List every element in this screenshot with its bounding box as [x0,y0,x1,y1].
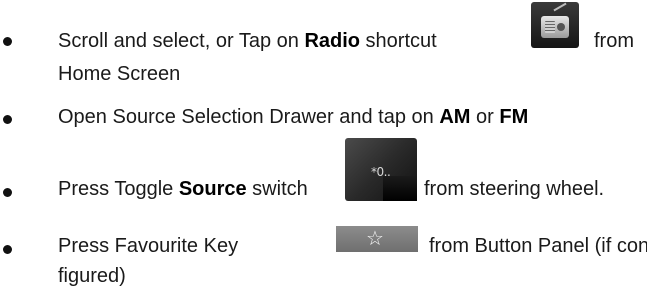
item-4-line-1: Press Favourite Key [58,235,239,257]
bullet [3,245,12,254]
radio-shortcut-icon [531,2,579,48]
item-1-line-2: Home Screen [58,63,181,85]
item-1-text: Scroll and select, or Tap on [58,30,305,52]
item-3-from: from steering wheel. [424,178,605,200]
favourite-key-icon: ☆ [336,226,418,252]
bullet [3,188,12,197]
bullet [3,37,12,46]
item-3-line: Press Toggle Source switch [58,175,308,203]
item-3-text-suffix: switch [246,178,308,200]
item-2-text: Open Source Selection Drawer and tap on [58,106,440,128]
item-4-line-2: figured) [58,265,126,287]
item-3-text: Press Toggle [58,178,179,200]
bullet [3,115,12,124]
item-1-text-suffix: shortcut [360,30,437,52]
favourite-star-icon: ☆ [366,226,384,250]
item-2-line: Open Source Selection Drawer and tap on … [58,103,528,131]
am-keyword: AM [439,106,471,128]
radio-keyword: Radio [304,30,360,52]
item-1-line-1: Scroll and select, or Tap on Radio short… [58,27,437,55]
item-1-from: from [594,30,634,52]
item-4-line-1-suffix: from Button Panel (if con- [429,235,647,257]
fm-keyword: FM [499,106,529,128]
item-2-or: or [470,106,500,128]
source-switch-icon: *0.. [345,138,417,201]
source-keyword: Source [178,178,247,200]
